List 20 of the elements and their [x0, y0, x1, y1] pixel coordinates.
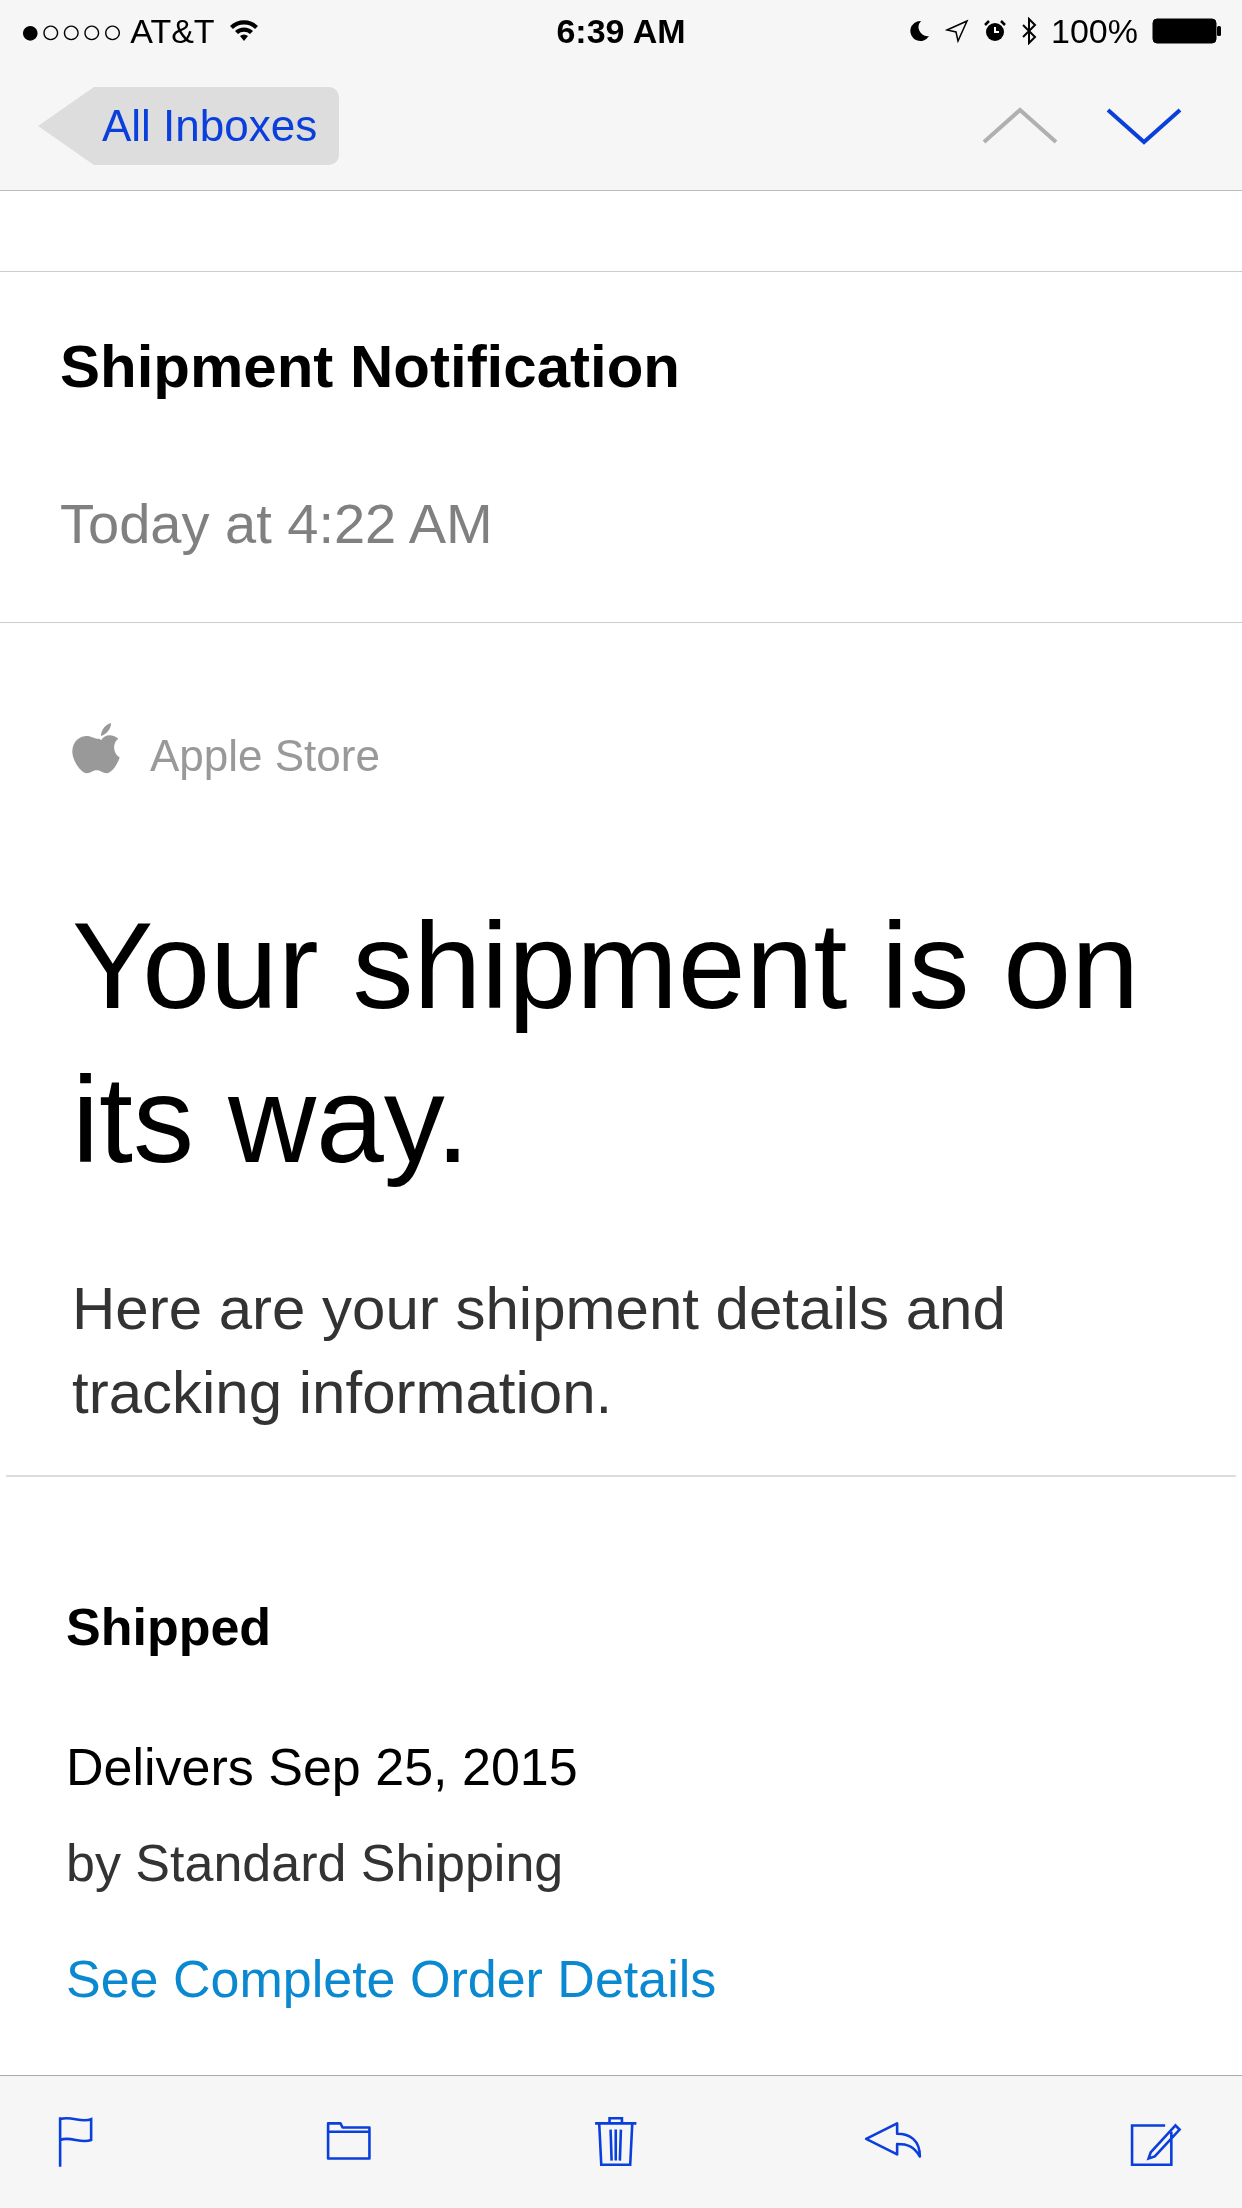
intro-text: Here are your shipment details and tracking information. [72, 1274, 1007, 1428]
order-details-link[interactable]: See Complete Order Details [66, 1949, 1176, 2009]
back-button[interactable]: All Inboxes [38, 87, 340, 165]
delivery-date: Delivers Sep 25, 2015 [66, 1737, 579, 1797]
email-date: Today at 4:22 AM [60, 491, 494, 556]
battery-percent: 100% [1051, 11, 1138, 51]
carrier-label: ●○○○○ AT&T [20, 11, 215, 51]
alarm-icon [983, 19, 1008, 43]
clock-time: 6:39 AM [556, 11, 686, 51]
email-subject: Shipment Notification [60, 332, 681, 401]
store-name: Apple Store [150, 731, 380, 781]
bluetooth-icon [1021, 17, 1038, 45]
location-icon [945, 19, 970, 43]
wifi-icon [228, 20, 259, 42]
shipping-method: by Standard Shipping [66, 1833, 565, 1893]
shipment-status: Shipped [66, 1597, 273, 1657]
down-chevron-icon[interactable] [1104, 106, 1184, 146]
headline: Your shipment is on its way. [72, 897, 1141, 1190]
moon-icon [907, 19, 932, 43]
battery-icon [1152, 18, 1222, 44]
